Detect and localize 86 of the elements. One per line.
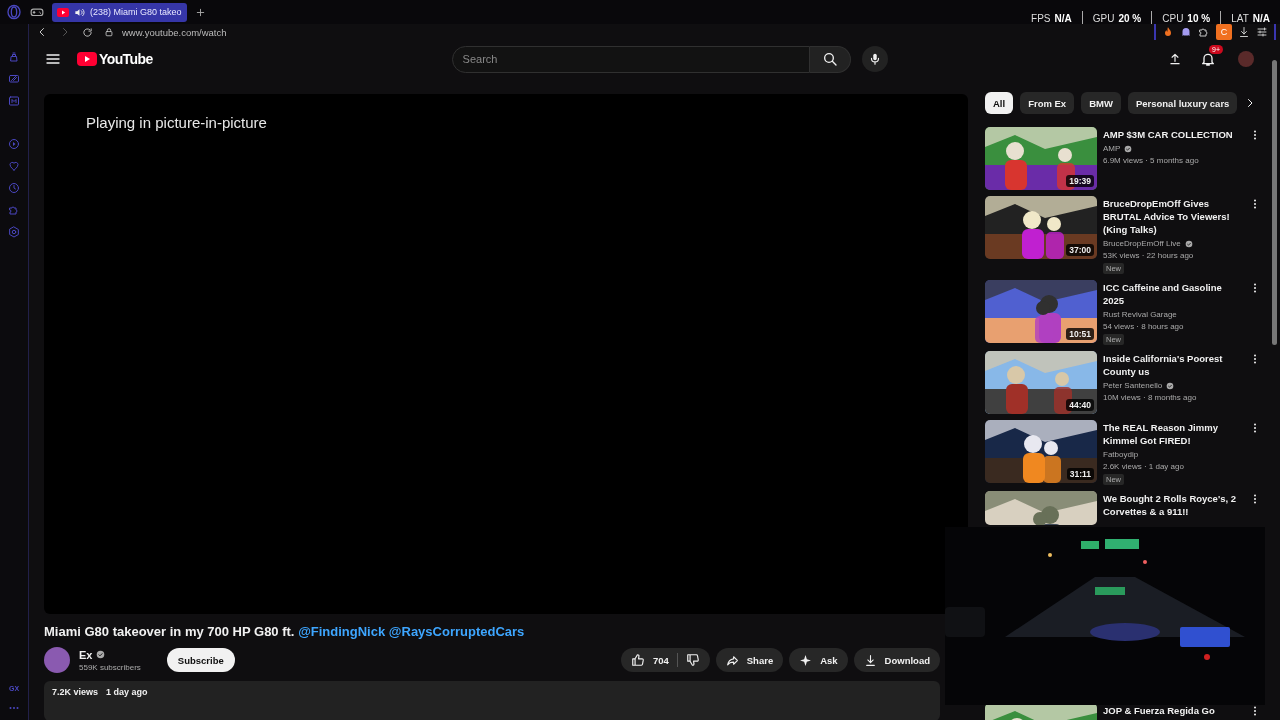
browser-tab[interactable]: (238) Miami G80 takeo bbox=[52, 2, 187, 22]
download-button[interactable]: Download bbox=[853, 648, 940, 672]
video-stats: 54 views · 8 hours ago bbox=[1103, 322, 1184, 331]
video-title[interactable]: The REAL Reason Jimmy Kimmel Got FIRED! bbox=[1103, 421, 1239, 447]
subscriber-count: 559K subscribers bbox=[79, 662, 141, 672]
search-icon bbox=[821, 51, 838, 67]
perf-label: FPS bbox=[1031, 12, 1051, 24]
video-stats: 6.9M views · 5 months ago bbox=[1103, 156, 1199, 165]
ask-button[interactable]: Ask bbox=[789, 648, 848, 672]
logo-icon[interactable] bbox=[77, 52, 97, 66]
logo-text[interactable]: YouTube bbox=[99, 51, 153, 67]
video-title[interactable]: BruceDropEmOff Gives BRUTAL Advice To Viewers! (King Talks) bbox=[1103, 197, 1239, 236]
tab-title: (238) Miami G80 takeo bbox=[90, 7, 182, 17]
bell-icon[interactable] bbox=[1200, 51, 1216, 67]
channel-name[interactable]: AMP bbox=[1103, 144, 1121, 153]
perf-label: GPU bbox=[1092, 12, 1115, 24]
perf-value: N/A bbox=[1054, 12, 1072, 24]
mention-link[interactable]: @FindingNick bbox=[298, 624, 386, 639]
duration-badge: 44:40 bbox=[1066, 399, 1094, 411]
favicon-icon bbox=[57, 7, 69, 17]
channel-name[interactable]: BruceDropEmOff Live bbox=[1103, 239, 1181, 248]
video-stats: 53K views · 22 hours ago bbox=[1103, 251, 1194, 260]
new-tab-icon[interactable] bbox=[194, 6, 206, 18]
subscribe-button[interactable]: Subscribe bbox=[166, 648, 235, 672]
speaker-icon[interactable] bbox=[74, 6, 85, 18]
video-player[interactable]: Playing in picture-in-picture bbox=[44, 94, 968, 614]
channel-name[interactable]: Peter Santenello bbox=[1103, 381, 1163, 390]
reload-icon[interactable] bbox=[82, 26, 93, 38]
channel-name[interactable]: Rust Revival Garage bbox=[1103, 310, 1177, 319]
ghost-icon[interactable] bbox=[1180, 26, 1192, 38]
search-field[interactable]: Search bbox=[451, 45, 810, 73]
play-icon[interactable] bbox=[8, 138, 20, 150]
duration-badge: 31:11 bbox=[1066, 468, 1094, 480]
lock-icon bbox=[104, 27, 114, 37]
robot-icon[interactable] bbox=[8, 51, 20, 63]
menu-icon[interactable] bbox=[45, 51, 61, 67]
download-icon bbox=[863, 653, 877, 667]
perf-value: 20 % bbox=[1118, 12, 1142, 24]
mention-link[interactable]: @RaysCorruptedCars bbox=[388, 624, 525, 639]
m-box-icon[interactable] bbox=[8, 95, 20, 107]
perf-label: LAT bbox=[1231, 12, 1249, 24]
share-arrow-icon bbox=[725, 653, 739, 667]
view-count: 7.2K views bbox=[52, 687, 99, 697]
perf-value: N/A bbox=[1252, 12, 1270, 24]
player-message: Playing in picture-in-picture bbox=[86, 114, 267, 131]
thumbs-down-icon[interactable] bbox=[685, 653, 700, 667]
filter-chip[interactable]: BMW bbox=[1081, 92, 1121, 114]
filter-chip[interactable]: All bbox=[985, 92, 1014, 114]
extensions-icon[interactable] bbox=[1198, 26, 1210, 38]
like-dislike-control[interactable]: 704 bbox=[620, 648, 710, 672]
share-button[interactable]: Share bbox=[715, 648, 784, 672]
description-box[interactable]: 7.2K views 1 day ago bbox=[44, 681, 940, 720]
duration-badge: 19:39 bbox=[1066, 175, 1094, 187]
video-title[interactable]: Inside California's Poorest County us bbox=[1103, 352, 1239, 378]
video-stats: 10M views · 8 months ago bbox=[1103, 393, 1197, 402]
duration-badge: 10:51 bbox=[1066, 328, 1094, 340]
scrollbar[interactable] bbox=[1272, 60, 1277, 345]
thumbs-up-icon[interactable] bbox=[630, 653, 645, 667]
search-button[interactable] bbox=[809, 45, 851, 73]
sparkle-icon bbox=[799, 653, 813, 667]
perf-label: CPU bbox=[1162, 12, 1184, 24]
flame-icon[interactable] bbox=[1162, 26, 1174, 38]
channel-avatar[interactable] bbox=[44, 647, 70, 673]
video-title[interactable]: JOP & Fuerza Regida Go bbox=[1103, 704, 1215, 717]
upload-date: 1 day ago bbox=[106, 687, 148, 697]
screen-icon[interactable] bbox=[8, 73, 20, 85]
duration-badge: 37:00 bbox=[1066, 244, 1094, 256]
filter-chip[interactable]: From Ex bbox=[1020, 92, 1075, 114]
video-stats: 2.6K views · 1 day ago bbox=[1103, 462, 1184, 471]
voice-search-button[interactable] bbox=[861, 46, 888, 72]
video-title[interactable]: ICC Caffeine and Gasoline 2025 bbox=[1103, 281, 1239, 307]
clock-icon[interactable] bbox=[8, 182, 20, 194]
video-title[interactable]: We Bought 2 Rolls Royce's, 2 Corvettes & a 911!! bbox=[1103, 492, 1239, 518]
upload-icon[interactable] bbox=[1168, 52, 1182, 66]
like-count: 704 bbox=[652, 654, 669, 666]
gamepad-icon[interactable] bbox=[30, 5, 44, 19]
browser-logo-icon[interactable] bbox=[6, 4, 22, 20]
video-title[interactable]: AMP $3M CAR COLLECTION bbox=[1103, 128, 1233, 141]
download-icon[interactable] bbox=[1238, 26, 1250, 38]
channel-name[interactable]: Fatboydip bbox=[1103, 450, 1139, 459]
channel-name[interactable]: Ex bbox=[79, 648, 93, 661]
perf-value: 10 % bbox=[1187, 12, 1211, 24]
menu-icon[interactable] bbox=[1256, 26, 1268, 38]
settings-icon[interactable] bbox=[8, 226, 20, 238]
address-field[interactable]: www.youtube.com/watch bbox=[122, 26, 227, 38]
filter-chip[interactable]: Personal luxury cars bbox=[1127, 92, 1238, 114]
